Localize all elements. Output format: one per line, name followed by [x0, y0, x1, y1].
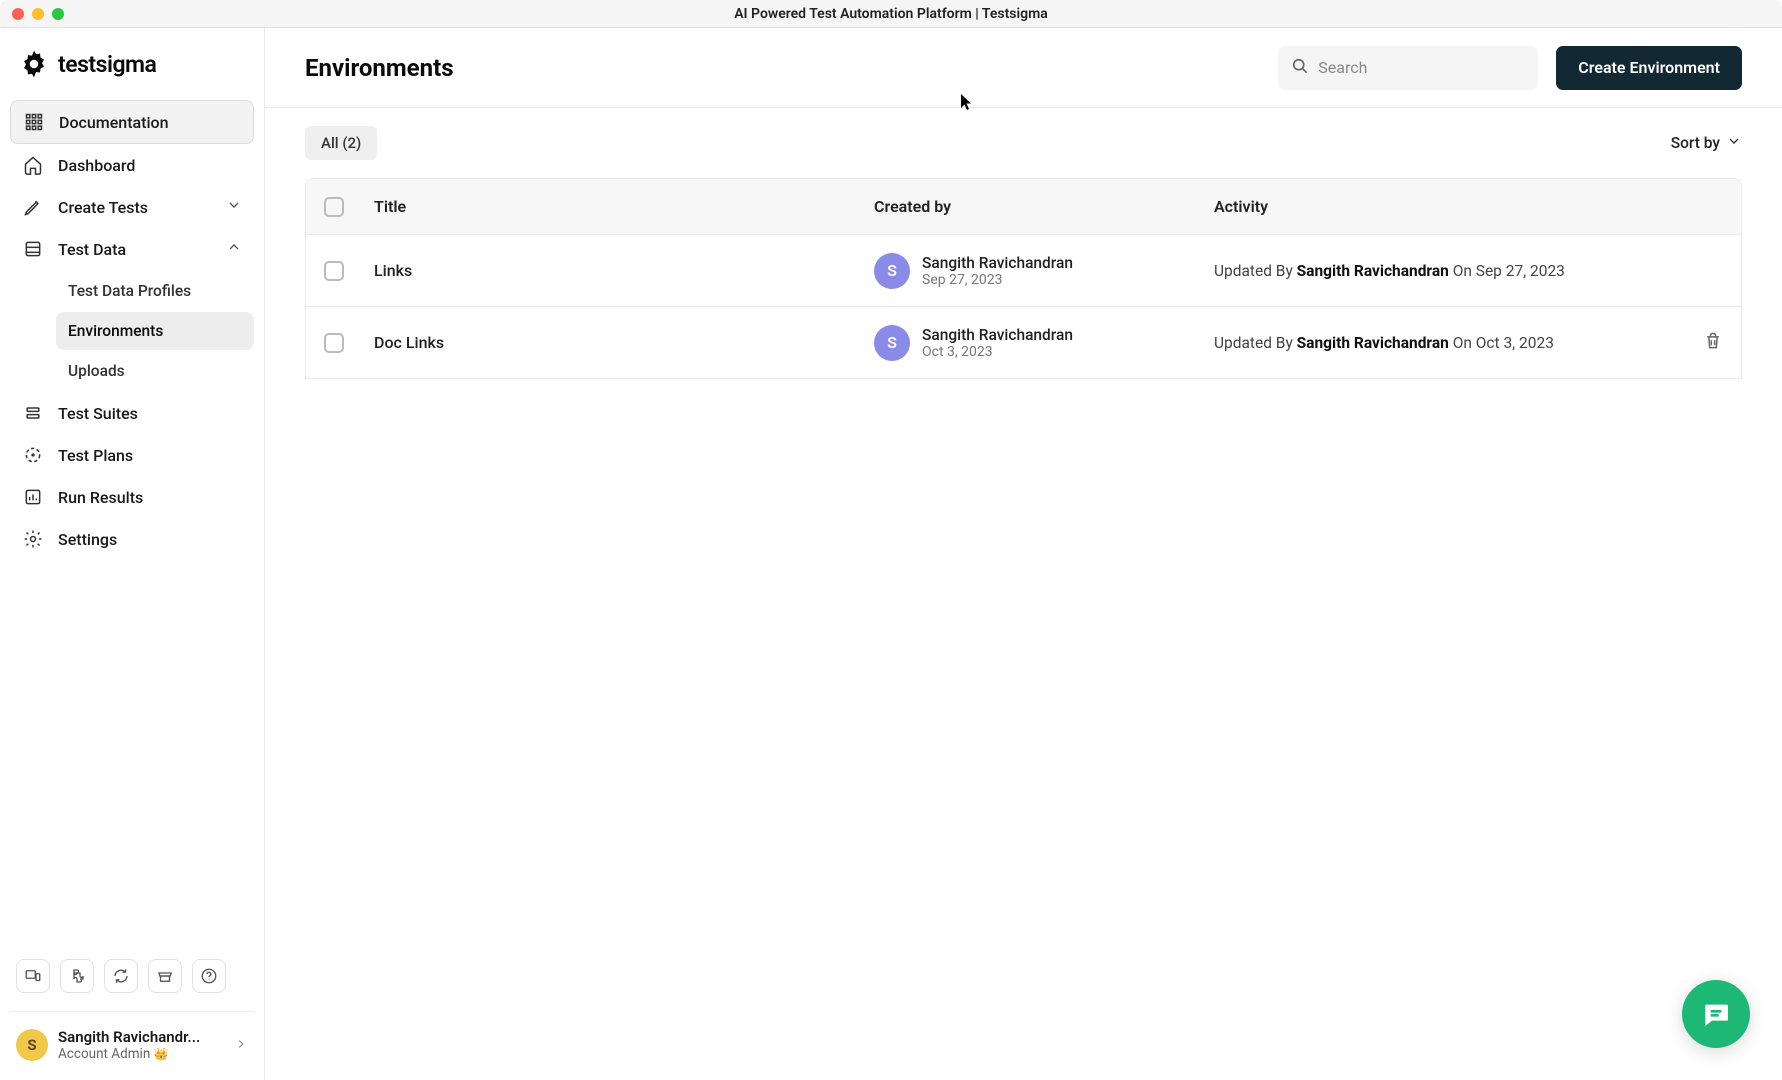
window-minimize-button[interactable]: [32, 8, 44, 20]
table-row[interactable]: Links S Sangith Ravichandran Sep 27, 202…: [306, 234, 1741, 306]
gear-icon: [22, 528, 44, 550]
row-title: Links: [374, 261, 874, 280]
col-activity: Activity: [1214, 197, 1723, 216]
list-toolbar: All (2) Sort by: [265, 108, 1782, 178]
sidebar-item-label: Settings: [58, 530, 117, 549]
chevron-down-icon: [1726, 133, 1742, 153]
window-close-button[interactable]: [12, 8, 24, 20]
sidebar-item-label: Test Data: [58, 240, 126, 259]
sidebar-subitem-environments[interactable]: Environments: [56, 312, 254, 350]
create-environment-button[interactable]: Create Environment: [1556, 46, 1742, 90]
select-all-checkbox[interactable]: [324, 197, 344, 217]
sidebar-item-label: Create Tests: [58, 198, 148, 217]
row-activity: Updated By Sangith Ravichandran On Oct 3…: [1214, 334, 1723, 352]
page-title: Environments: [305, 54, 454, 82]
brand-name: testsigma: [58, 51, 156, 78]
creator-name: Sangith Ravichandran: [922, 254, 1073, 272]
chevron-up-icon: [226, 239, 242, 259]
creator-name: Sangith Ravichandran: [922, 326, 1073, 344]
environments-table: Title Created by Activity Links S Sangit…: [305, 178, 1742, 379]
main-header: Environments Create Environment: [265, 28, 1782, 108]
creator-date: Oct 3, 2023: [922, 344, 1073, 360]
sidebar-item-dashboard[interactable]: Dashboard: [10, 144, 254, 186]
chevron-right-icon: [234, 1036, 248, 1055]
chevron-down-icon: [226, 197, 242, 217]
sidebar-item-label: Test Suites: [58, 404, 138, 423]
sidebar-item-settings[interactable]: Settings: [10, 518, 254, 560]
user-name: Sangith Ravichandr...: [58, 1028, 218, 1046]
database-icon: [22, 238, 44, 260]
user-profile-row[interactable]: S Sangith Ravichandr... Account Admin 👑: [10, 1011, 254, 1070]
sidebar-item-label: Documentation: [59, 113, 169, 132]
user-role: Account Admin 👑: [58, 1046, 224, 1062]
sidebar-subitem-test-data-profiles[interactable]: Test Data Profiles: [56, 272, 254, 310]
sidebar-bottom-icons: [10, 951, 254, 1007]
sidebar-item-run-results[interactable]: Run Results: [10, 476, 254, 518]
gear-logo-icon: [18, 48, 50, 80]
grid-icon: [23, 111, 45, 133]
table-header: Title Created by Activity: [306, 179, 1741, 234]
layers-icon: [22, 402, 44, 424]
sidebar-item-create-tests[interactable]: Create Tests: [10, 186, 254, 228]
row-created-by: S Sangith Ravichandran Oct 3, 2023: [874, 325, 1214, 361]
chart-icon: [22, 486, 44, 508]
search-input-wrapper[interactable]: [1278, 46, 1538, 90]
sidebar-item-test-suites[interactable]: Test Suites: [10, 392, 254, 434]
puzzle-icon[interactable]: [60, 959, 94, 993]
refresh-icon[interactable]: [104, 959, 138, 993]
sidebar-item-test-plans[interactable]: Test Plans: [10, 434, 254, 476]
store-icon[interactable]: [148, 959, 182, 993]
row-created-by: S Sangith Ravichandran Sep 27, 2023: [874, 253, 1214, 289]
sidebar: testsigma Documentation Dashboard Create…: [0, 28, 265, 1080]
sidebar-subitem-uploads[interactable]: Uploads: [56, 352, 254, 390]
sort-by-label: Sort by: [1671, 134, 1720, 152]
row-activity: Updated By Sangith Ravichandran On Sep 2…: [1214, 262, 1723, 280]
crown-icon: 👑: [154, 1047, 169, 1061]
user-avatar: S: [16, 1029, 48, 1061]
table-row[interactable]: Doc Links S Sangith Ravichandran Oct 3, …: [306, 306, 1741, 378]
row-checkbox[interactable]: [324, 333, 344, 353]
devices-icon[interactable]: [16, 959, 50, 993]
sort-by-dropdown[interactable]: Sort by: [1671, 133, 1742, 153]
sidebar-item-label: Run Results: [58, 488, 143, 507]
brand-logo[interactable]: testsigma: [10, 43, 254, 100]
col-created-by: Created by: [874, 197, 1214, 216]
sidebar-item-documentation[interactable]: Documentation: [10, 100, 254, 144]
target-icon: [22, 444, 44, 466]
home-icon: [22, 154, 44, 176]
search-input[interactable]: [1318, 58, 1526, 77]
delete-row-button[interactable]: [1703, 331, 1723, 355]
sidebar-item-label: Dashboard: [58, 156, 135, 175]
creator-date: Sep 27, 2023: [922, 272, 1073, 288]
sidebar-item-test-data[interactable]: Test Data: [10, 228, 254, 270]
help-icon[interactable]: [192, 959, 226, 993]
main-content: Environments Create Environment All (2) …: [265, 28, 1782, 1080]
filter-all-pill[interactable]: All (2): [305, 126, 377, 160]
window-title: AI Powered Test Automation Platform | Te…: [734, 6, 1048, 22]
row-checkbox[interactable]: [324, 261, 344, 281]
pencil-icon: [22, 196, 44, 218]
chat-fab[interactable]: [1682, 980, 1750, 1048]
sidebar-item-label: Test Plans: [58, 446, 133, 465]
row-title: Doc Links: [374, 333, 874, 352]
col-title: Title: [374, 197, 874, 216]
search-icon: [1290, 56, 1310, 80]
creator-avatar: S: [874, 253, 910, 289]
creator-avatar: S: [874, 325, 910, 361]
window-maximize-button[interactable]: [52, 8, 64, 20]
window-titlebar: AI Powered Test Automation Platform | Te…: [0, 0, 1782, 28]
